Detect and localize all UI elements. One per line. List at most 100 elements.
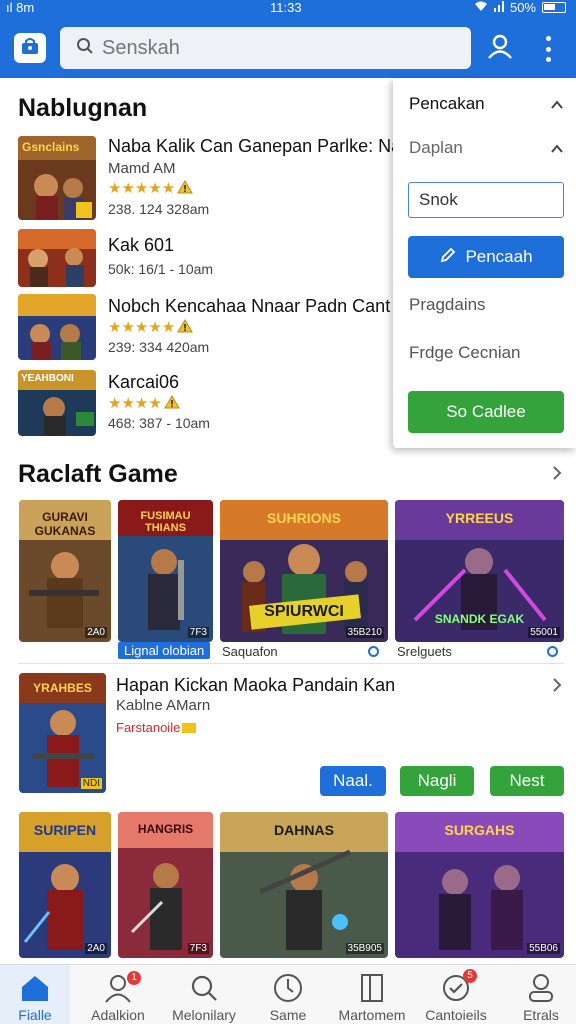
game-thumbnail (18, 294, 96, 360)
panel-option[interactable]: Frdge Cecnian (409, 343, 521, 363)
publisher-badge-icon (182, 723, 197, 733)
nav-item-martomem[interactable]: Martomem (331, 965, 413, 1024)
kebab-dot (545, 36, 551, 41)
home-icon (19, 973, 51, 1003)
item-title: Karcai06 (108, 372, 180, 392)
item-title: Naba Kalik Can Ganepan Parlke: Na (108, 136, 402, 156)
chip-button[interactable]: Nagli (400, 766, 474, 796)
card-art-title: SUHRIONS (267, 510, 341, 526)
account-button[interactable] (484, 32, 516, 64)
game-card[interactable]: DAHNAS 35B905 (220, 812, 388, 958)
nav-label: Etrals (523, 1007, 559, 1023)
radio-indicator[interactable] (368, 646, 379, 657)
chip-button[interactable]: Naal. (320, 766, 386, 796)
app-bar (0, 16, 576, 78)
store-home-button[interactable] (14, 33, 46, 63)
item-subtitle: Mamd AM (108, 160, 176, 177)
nav-label: Fialle (18, 1007, 52, 1023)
notification-badge: 1 (127, 971, 141, 985)
featured-subtitle: Kablne AMarn (116, 697, 211, 714)
nav-item-etrals[interactable]: Etrals (500, 965, 576, 1024)
clock-icon (272, 973, 304, 1003)
card-art-subtitle: SNANDK EGAK (434, 612, 525, 626)
person-icon (525, 973, 557, 1003)
featured-title[interactable]: Hapan Kickan Maoka Pandain Kan (116, 675, 395, 696)
clock: 11:33 (270, 0, 302, 15)
nav-item-cantoieils[interactable]: 5 Cantoieils (415, 965, 497, 1024)
warning-icon (177, 319, 194, 333)
rating-stars: ★★★★★ (108, 179, 194, 197)
search-bar[interactable] (60, 27, 471, 69)
card-art-title: YRREEUS (445, 510, 514, 526)
rating-stars: ★★★★★ (108, 318, 194, 336)
publisher-label: Farstanoile (116, 720, 197, 735)
list-item[interactable]: Gsnclains Naba Kalik Can Ganepan Parlke:… (18, 136, 402, 222)
bag-icon (21, 37, 39, 60)
chevron-right-icon[interactable] (551, 466, 563, 485)
card-tag: 2A0 (85, 627, 107, 638)
card-tag: 35B210 (345, 627, 384, 638)
list-item[interactable]: Nobch Kencahaa Nnaar Padn Cant ★★★★★ 239… (18, 294, 398, 360)
nav-label: Melonilary (172, 1007, 236, 1023)
card-tag: 7F3 (187, 627, 209, 638)
nav-item-melonilary[interactable]: Melonilary (163, 965, 245, 1024)
game-thumbnail: Gsnclains (18, 136, 96, 220)
card-tag: 55B06 (527, 943, 560, 954)
carrier-signal: ıl 8m (6, 0, 35, 15)
nav-label: Martomem (338, 1007, 406, 1023)
button-label: Pencaah (465, 247, 533, 266)
chip-button[interactable]: Nest (490, 766, 564, 796)
search-input[interactable] (102, 36, 442, 60)
apply-button[interactable]: So Cadlee (408, 391, 564, 433)
card-caption-badge[interactable]: Lignal olobian (118, 642, 211, 659)
card-art-title: SURGAHS (444, 822, 515, 838)
warning-icon (163, 395, 180, 409)
warning-icon (177, 180, 194, 194)
nav-item-home[interactable]: Fialle (0, 965, 76, 1024)
search-submit-button[interactable]: Pencaah (408, 236, 564, 278)
game-card[interactable]: FUSIMAU THIANS 7F3 (118, 500, 213, 642)
nav-item-adalkion[interactable]: 1 Adalkion (77, 965, 159, 1024)
thumbnail-title: Gsnclains (22, 140, 80, 154)
item-title: Nobch Kencahaa Nnaar Padn Cant (108, 296, 391, 316)
item-meta: 468: 387 - 10am (108, 415, 210, 431)
card-art-title: SURIPEN (33, 822, 97, 838)
game-card[interactable]: YRREEUS SNANDK EGAK 55001 (395, 500, 564, 642)
item-meta: 239: 334 420am (108, 339, 210, 355)
radio-indicator[interactable] (547, 646, 558, 657)
card-caption: Saquafon (222, 644, 278, 659)
list-item[interactable]: YEAHBONI Karcai06 ★★★★ 468: 387 - 10am (18, 370, 398, 436)
nav-label: Cantoieils (425, 1007, 487, 1023)
game-thumbnail (18, 229, 96, 287)
game-card[interactable]: GURAVI GUKANAS 2A0 (19, 500, 111, 642)
more-options-button[interactable] (536, 34, 560, 64)
card-tag: 35B905 (345, 943, 384, 954)
game-card[interactable]: SUHRIONS SPIURWCI 35B210 (220, 500, 388, 642)
signal-icon (493, 0, 504, 15)
panel-option[interactable]: Pragdains (409, 295, 486, 315)
chevron-up-icon[interactable] (550, 98, 564, 112)
card-tag: NDI (80, 778, 102, 789)
chevron-right-icon[interactable] (551, 678, 563, 697)
game-thumbnail: YEAHBONI (18, 370, 96, 436)
kebab-dot (545, 46, 551, 52)
featured-game-thumbnail[interactable]: YRAHBES NDI (19, 673, 106, 793)
game-card[interactable]: SURIPEN 2A0 (19, 812, 111, 958)
panel-heading: Pencakan (409, 94, 485, 113)
nav-item-same[interactable]: Same (247, 965, 329, 1024)
nav-label: Same (269, 1007, 307, 1023)
list-item[interactable]: Kak 601 50k: 16/1 - 10am (18, 229, 398, 287)
chevron-up-icon[interactable] (550, 142, 564, 156)
item-meta: 238. 124 328am (108, 201, 210, 217)
panel-search-field[interactable] (408, 182, 564, 218)
wifi-icon (474, 0, 488, 15)
book-icon (356, 973, 388, 1003)
game-card[interactable]: HANGRIS 7F3 (118, 812, 213, 958)
item-title: Kak 601 (108, 235, 175, 255)
game-card[interactable]: SURGAHS 55B06 (395, 812, 564, 958)
kebab-dot (545, 57, 551, 62)
panel-subheading[interactable]: Daplan (409, 138, 463, 158)
search-icon (188, 973, 220, 1003)
pencil-icon (439, 246, 457, 269)
notification-badge: 5 (463, 969, 477, 983)
